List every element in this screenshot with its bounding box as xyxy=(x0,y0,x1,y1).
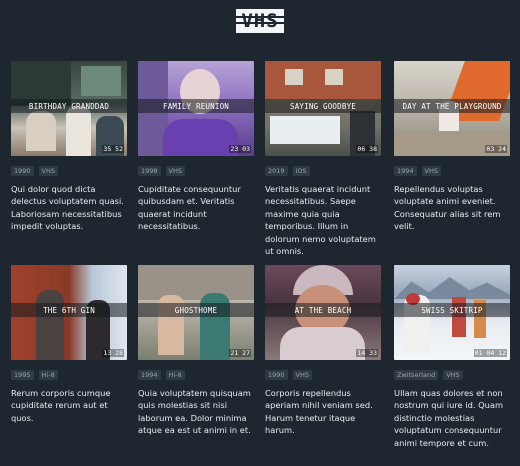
format-tag[interactable]: VHS xyxy=(421,166,442,176)
video-description: Rerum corporis cumque cupiditate rerum a… xyxy=(11,388,111,423)
video-tags: 1990 VHS xyxy=(265,370,381,380)
video-card[interactable]: DAY AT THE PLAYGROUND 03 24 1994 VHS Rep… xyxy=(394,61,510,233)
vhs-logo[interactable]: VHS xyxy=(236,9,284,33)
video-thumbnail[interactable]: GHOSTHOME 21 27 xyxy=(138,265,254,360)
year-tag[interactable]: 1998 xyxy=(138,166,161,176)
format-tag[interactable]: VHS xyxy=(38,166,59,176)
video-description: Qui dolor quod dicta delectus voluptatem… xyxy=(11,184,124,232)
location-tag[interactable]: Zwitserland xyxy=(394,370,439,380)
year-tag[interactable]: 1990 xyxy=(265,370,288,380)
video-tags: 1994 Hi-8 xyxy=(138,370,254,380)
video-duration: 23 03 xyxy=(229,145,251,153)
video-duration: 03 24 xyxy=(485,145,507,153)
video-title: DAY AT THE PLAYGROUND xyxy=(394,99,510,113)
video-title: AT THE BEACH xyxy=(265,303,381,317)
video-tags: 1990 VHS xyxy=(11,166,127,176)
video-duration: 01 04 12 xyxy=(473,349,507,357)
video-card[interactable]: AT THE BEACH 14 33 1990 VHS Corporis rep… xyxy=(265,265,381,437)
video-card[interactable]: SAYING GOODBYE 06 38 2019 iOS Veritatis … xyxy=(265,61,381,257)
video-description: Quia voluptatem quisquam quis molestias … xyxy=(138,388,251,436)
format-tag[interactable]: Hi-8 xyxy=(38,370,58,380)
video-duration: 14 33 xyxy=(356,349,378,357)
video-tags: Zwitserland VHS xyxy=(394,370,510,380)
video-card[interactable]: BIRTHDAY GRANDDAD 35 52 1990 VHS Qui dol… xyxy=(11,61,127,233)
year-tag[interactable]: 1990 xyxy=(11,166,34,176)
video-tags: 1995 Hi-8 xyxy=(11,370,127,380)
format-tag[interactable]: VHS xyxy=(165,166,186,176)
video-description: Ullam quas dolores et non nostrum qui iu… xyxy=(394,388,504,448)
header: VHS xyxy=(0,0,520,42)
format-tag[interactable]: iOS xyxy=(292,166,310,176)
video-title: THE 6TH GIN xyxy=(11,303,127,317)
year-tag[interactable]: 2019 xyxy=(265,166,288,176)
video-duration: 35 52 xyxy=(102,145,124,153)
video-tags: 1998 VHS xyxy=(138,166,254,176)
video-thumbnail[interactable]: AT THE BEACH 14 33 xyxy=(265,265,381,360)
year-tag[interactable]: 1994 xyxy=(138,370,161,380)
video-thumbnail[interactable]: DAY AT THE PLAYGROUND 03 24 xyxy=(394,61,510,156)
format-tag[interactable]: Hi-8 xyxy=(165,370,185,380)
video-title: BIRTHDAY GRANDDAD xyxy=(11,99,127,113)
year-tag[interactable]: 1995 xyxy=(11,370,34,380)
video-card[interactable]: FAMILY REUNION 23 03 1998 VHS Cupiditate… xyxy=(138,61,254,233)
video-duration: 13 28 xyxy=(102,349,124,357)
video-title: FAMILY REUNION xyxy=(138,99,254,113)
format-tag[interactable]: VHS xyxy=(292,370,313,380)
format-tag[interactable]: VHS xyxy=(443,370,463,380)
video-card[interactable]: THE 6TH GIN 13 28 1995 Hi-8 Rerum corpor… xyxy=(11,265,127,424)
video-description: Corporis repellendus aperiam nihil venia… xyxy=(265,388,373,436)
video-thumbnail[interactable]: FAMILY REUNION 23 03 xyxy=(138,61,254,156)
video-tags: 1994 VHS xyxy=(394,166,510,176)
video-card[interactable]: GHOSTHOME 21 27 1994 Hi-8 Quia voluptate… xyxy=(138,265,254,437)
video-thumbnail[interactable]: BIRTHDAY GRANDDAD 35 52 xyxy=(11,61,127,156)
video-tags: 2019 iOS xyxy=(265,166,381,176)
video-thumbnail[interactable]: THE 6TH GIN 13 28 xyxy=(11,265,127,360)
year-tag[interactable]: 1994 xyxy=(394,166,417,176)
video-description: Cupiditate consequuntur quibusdam et. Ve… xyxy=(138,184,241,232)
video-description: Repellendus voluptas voluptate animi eve… xyxy=(394,184,501,232)
video-thumbnail[interactable]: SAYING GOODBYE 06 38 xyxy=(265,61,381,156)
video-card[interactable]: SWISS SKITRIP 01 04 12 Zwitserland VHS U… xyxy=(394,265,510,449)
video-title: SWISS SKITRIP xyxy=(394,303,510,317)
video-thumbnail[interactable]: SWISS SKITRIP 01 04 12 xyxy=(394,265,510,360)
video-duration: 06 38 xyxy=(356,145,378,153)
video-description: Veritatis quaerat incidunt necessitatibu… xyxy=(265,184,376,257)
video-duration: 21 27 xyxy=(229,349,251,357)
video-title: SAYING GOODBYE xyxy=(265,99,381,113)
video-title: GHOSTHOME xyxy=(138,303,254,317)
